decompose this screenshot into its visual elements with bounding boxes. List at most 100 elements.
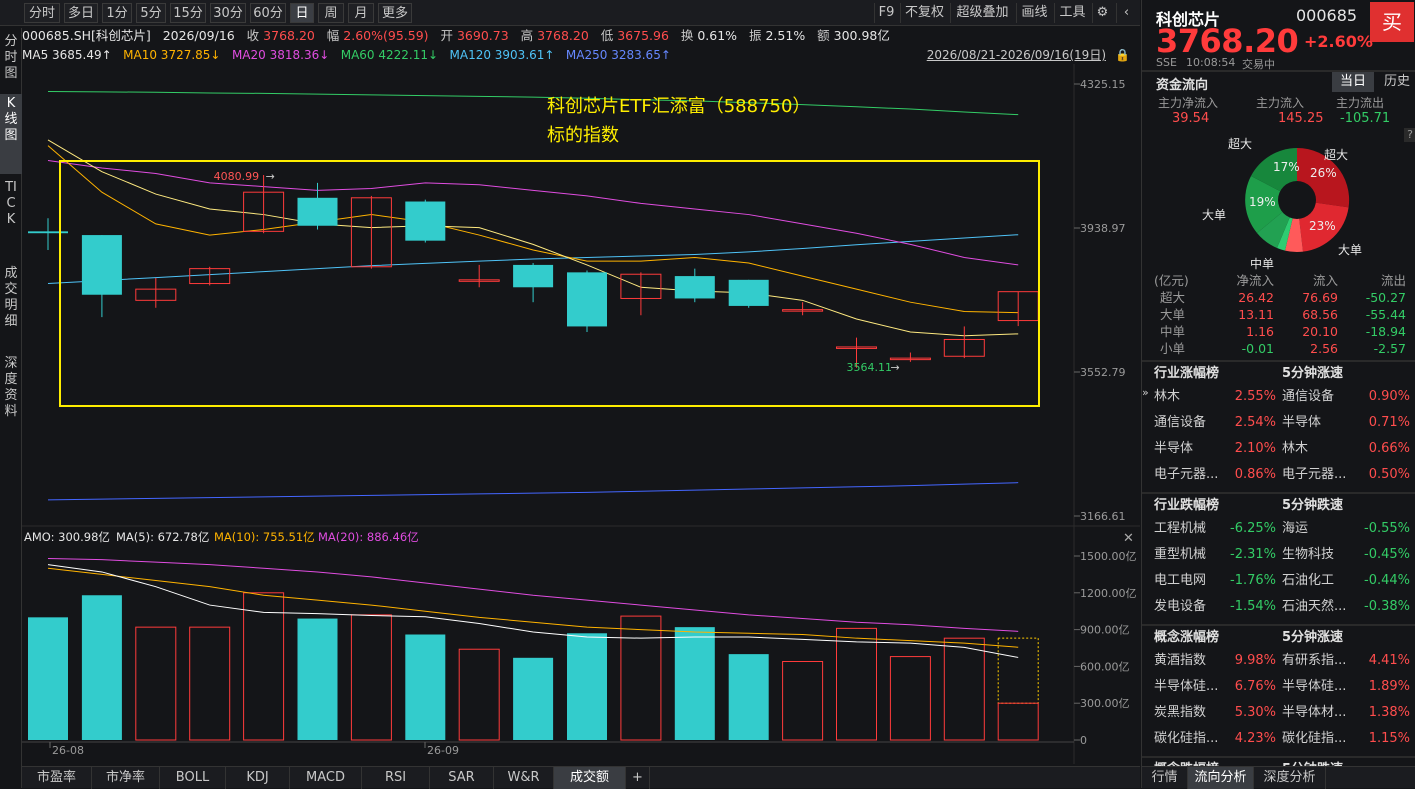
help-icon[interactable]: ? bbox=[1404, 128, 1415, 142]
volume-bar bbox=[513, 657, 554, 740]
main-inflow: 145.25 bbox=[1278, 111, 1324, 126]
tab-history[interactable]: 历史 bbox=[1378, 72, 1415, 92]
lock-icon[interactable]: 🔒 bbox=[1115, 46, 1130, 64]
left-tab-0[interactable]: 分时图 bbox=[0, 32, 22, 92]
period-1[interactable]: 多日 bbox=[64, 3, 98, 23]
ranking-row[interactable]: 重型机械 -2.31% 生物科技 -0.45% bbox=[1142, 542, 1415, 568]
volume-bar bbox=[350, 614, 392, 741]
ranking-cell: 0.66% bbox=[1368, 441, 1410, 456]
toolbar-button-2[interactable]: 超级叠加 bbox=[950, 3, 1014, 23]
section-subtitle[interactable]: 5分钟涨速 bbox=[1282, 362, 1343, 386]
ranking-row[interactable]: 炭黑指数 5.30% 半导体材... 1.38% bbox=[1142, 700, 1415, 726]
ma5-legend: MA5 3685.49↑ bbox=[22, 48, 112, 62]
toolbar-button-0[interactable]: F9 bbox=[874, 3, 898, 23]
close-value: 3768.20 bbox=[263, 28, 315, 43]
ranking-row[interactable]: 电子元器... 0.86% 电子元器... 0.50% bbox=[1142, 462, 1415, 488]
projected-volume-bar bbox=[997, 637, 1039, 704]
period-8[interactable]: 周 bbox=[318, 3, 344, 23]
ranking-row[interactable]: 林木 2.55% 通信设备 0.90% bbox=[1142, 384, 1415, 410]
period-6[interactable]: 60分 bbox=[250, 3, 286, 23]
low-value: 3675.96 bbox=[617, 28, 669, 43]
left-tab-1[interactable]: K线图 bbox=[0, 94, 22, 174]
collapse-left-icon[interactable]: ‹ bbox=[1116, 3, 1136, 23]
gear-icon[interactable]: ⚙ bbox=[1092, 3, 1112, 23]
ranking-row[interactable]: 黄酒指数 9.98% 有研系指... 4.41% bbox=[1142, 648, 1415, 674]
amount-value: 300.98亿 bbox=[833, 28, 890, 43]
indicator-tab-8[interactable]: 成交额 bbox=[554, 767, 626, 789]
section-title[interactable]: 行业涨幅榜 bbox=[1154, 362, 1219, 386]
ranking-cell: 6.76% bbox=[1234, 679, 1276, 694]
panel-tab-2[interactable]: 深度分析 bbox=[1254, 767, 1326, 789]
left-tab-4[interactable]: 深度资料 bbox=[0, 354, 22, 434]
period-3[interactable]: 5分 bbox=[136, 3, 166, 23]
volume-bar bbox=[135, 626, 177, 741]
indicator-tab-6[interactable]: SAR bbox=[430, 767, 494, 789]
vol-ma5-legend: MA(5): 672.78亿 bbox=[116, 530, 209, 544]
ranking-cell: 4.41% bbox=[1368, 653, 1410, 668]
indicator-tab-3[interactable]: KDJ bbox=[226, 767, 290, 789]
section-title[interactable]: 概念涨幅榜 bbox=[1154, 626, 1219, 650]
section-subtitle[interactable]: 5分钟跌速 bbox=[1282, 494, 1343, 518]
ranking-row[interactable]: 碳化硅指... 4.23% 碳化硅指... 1.15% bbox=[1142, 726, 1415, 752]
ranking-cell: 石油天然... bbox=[1282, 599, 1347, 614]
ranking-row[interactable]: 通信设备 2.54% 半导体 0.71% bbox=[1142, 410, 1415, 436]
ranking-cell: 发电设备 bbox=[1154, 599, 1207, 614]
min-arrow-icon: → bbox=[891, 361, 900, 374]
ranking-row[interactable]: 半导体硅... 6.76% 半导体硅... 1.89% bbox=[1142, 674, 1415, 700]
ranking-cell: -0.44% bbox=[1364, 573, 1410, 588]
buy-button[interactable]: 买 bbox=[1370, 2, 1414, 42]
toolbar-button-3[interactable]: 画线 bbox=[1016, 3, 1052, 23]
high-label: 高 bbox=[520, 28, 534, 43]
main-inflow-label: 主力流入 bbox=[1256, 96, 1305, 110]
date-range: 2026/08/21-2026/09/16(19日) bbox=[926, 48, 1106, 62]
indicator-tab-2[interactable]: BOLL bbox=[160, 767, 226, 789]
ranking-row[interactable]: 电工电网 -1.76% 石油化工 -0.44% bbox=[1142, 568, 1415, 594]
ranking-row[interactable]: 工程机械 -6.25% 海运 -0.55% bbox=[1142, 516, 1415, 542]
flow-cell: 超大 bbox=[1160, 290, 1186, 305]
period-10[interactable]: 更多 bbox=[378, 3, 412, 23]
ranking-cell: 石油化工 bbox=[1282, 573, 1335, 588]
collapse-arrow-icon[interactable]: » bbox=[1142, 386, 1150, 404]
flow-row: 中单 1.16 20.10 -18.94 bbox=[1142, 323, 1415, 340]
tab-today[interactable]: 当日 bbox=[1332, 72, 1374, 92]
exchange: SSE bbox=[1156, 56, 1177, 69]
indicator-tab-5[interactable]: RSI bbox=[362, 767, 430, 789]
section-title[interactable]: 行业跌幅榜 bbox=[1154, 494, 1219, 518]
current-price: 3768.20 bbox=[1156, 22, 1299, 60]
period-5[interactable]: 30分 bbox=[210, 3, 246, 23]
ranking-cell: 半导体硅... bbox=[1154, 679, 1219, 694]
ranking-row[interactable]: 发电设备 -1.54% 石油天然... -0.38% bbox=[1142, 594, 1415, 620]
vol-axis-label: 0 bbox=[1080, 734, 1087, 747]
kline-chart[interactable]: 4325.153938.973552.793166.614080.99 →3564… bbox=[22, 64, 1140, 764]
ranking-row[interactable]: 半导体 2.10% 林木 0.66% bbox=[1142, 436, 1415, 462]
left-tab-2[interactable]: TICK bbox=[0, 178, 22, 260]
pie-pct-23: 23% bbox=[1309, 219, 1336, 233]
period-9[interactable]: 月 bbox=[348, 3, 374, 23]
section-subtitle[interactable]: 5分钟涨速 bbox=[1282, 626, 1343, 650]
indicator-tab-7[interactable]: W&R bbox=[494, 767, 554, 789]
panel-tab-0[interactable]: 行情 bbox=[1142, 767, 1188, 789]
ranking-cell: 半导体硅... bbox=[1282, 679, 1347, 694]
indicator-tab-4[interactable]: MACD bbox=[290, 767, 362, 789]
close-icon[interactable]: ✕ bbox=[1123, 531, 1134, 546]
period-0[interactable]: 分时 bbox=[24, 3, 60, 23]
ranking-cell: 炭黑指数 bbox=[1154, 705, 1207, 720]
vol-ma5-line bbox=[47, 564, 1019, 658]
pie-label-super-large-in: 超大 bbox=[1324, 148, 1349, 162]
ranking-cell: 半导体 bbox=[1282, 415, 1322, 430]
toolbar-button-1[interactable]: 不复权 bbox=[900, 3, 948, 23]
indicator-tab-0[interactable]: 市盈率 bbox=[22, 767, 92, 789]
indicator-tab-1[interactable]: 市净率 bbox=[92, 767, 160, 789]
indicator-tab-9[interactable]: + bbox=[626, 767, 650, 789]
left-tab-3[interactable]: 成交明细 bbox=[0, 264, 22, 350]
toolbar-button-4[interactable]: 工具 bbox=[1054, 3, 1090, 23]
security-code: 000685.SH[科创芯片] bbox=[22, 28, 151, 43]
panel-tab-1[interactable]: 流向分析 bbox=[1188, 767, 1254, 789]
pie-label-large-in: 大单 bbox=[1338, 243, 1363, 257]
period-4[interactable]: 15分 bbox=[170, 3, 206, 23]
flow-row: 超大 26.42 76.69 -50.27 bbox=[1142, 289, 1415, 306]
period-2[interactable]: 1分 bbox=[102, 3, 132, 23]
amo-legend: AMO: 300.98亿 bbox=[24, 530, 110, 544]
amplitude-label: 振 bbox=[748, 28, 762, 43]
period-7[interactable]: 日 bbox=[290, 3, 314, 23]
